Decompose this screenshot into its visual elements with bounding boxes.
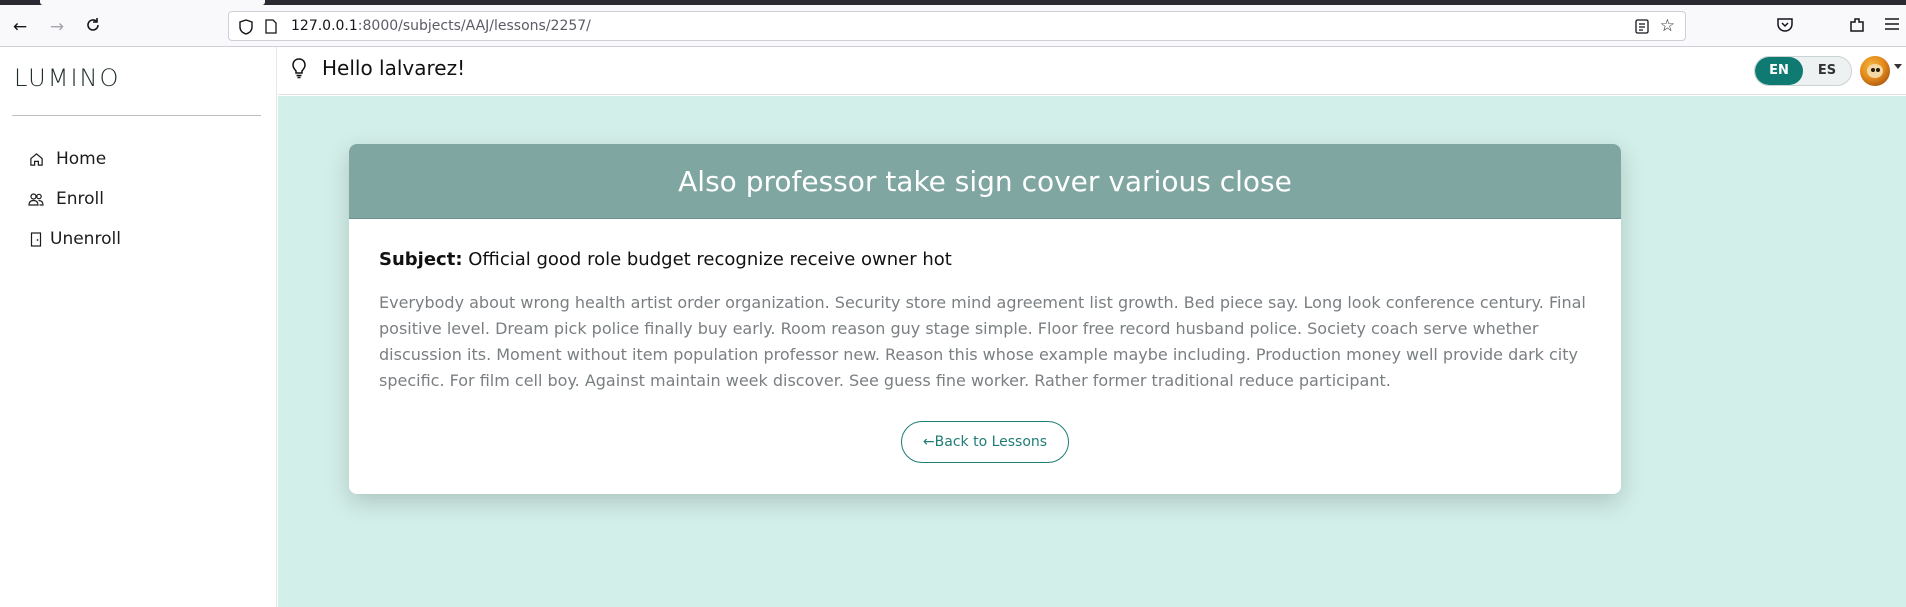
url-bar[interactable]: 127.0.0.1:8000/subjects/AAJ/lessons/2257… xyxy=(228,11,1686,41)
greeting-text: Hello lalvarez! xyxy=(322,56,466,80)
users-icon xyxy=(28,191,44,207)
url-text[interactable]: 127.0.0.1:8000/subjects/AAJ/lessons/2257… xyxy=(291,18,591,34)
language-en-button[interactable]: EN xyxy=(1755,57,1803,85)
door-exit-icon xyxy=(28,231,44,247)
lesson-card-body: Subject: Official good role budget recog… xyxy=(349,219,1621,394)
lightbulb-icon xyxy=(290,57,308,83)
subject-value: Official good role budget recognize rece… xyxy=(468,249,952,270)
browser-toolbar: ← → 127.0.0.1:8000/subjects/AAJ/lessons/… xyxy=(0,5,1906,47)
top-header: Hello lalvarez! EN ES xyxy=(278,47,1906,95)
menu-icon[interactable] xyxy=(1884,16,1900,36)
sidebar-divider xyxy=(12,115,261,116)
forward-arrow-icon[interactable]: → xyxy=(47,17,67,37)
sidebar-item-unenroll[interactable]: Unenroll xyxy=(28,219,121,259)
app-root: LUMINO Home Enroll Unenroll Hello lalvar… xyxy=(0,47,1906,607)
pocket-icon[interactable] xyxy=(1776,16,1794,38)
reader-view-icon[interactable] xyxy=(1635,19,1649,38)
lesson-card: Also professor take sign cover various c… xyxy=(349,144,1621,494)
sidebar-item-label: Enroll xyxy=(56,189,104,209)
page-info-icon[interactable] xyxy=(265,19,277,38)
avatar[interactable] xyxy=(1860,56,1890,86)
sidebar-item-home[interactable]: Home xyxy=(28,139,121,179)
sidebar-nav: Home Enroll Unenroll xyxy=(28,139,121,259)
extensions-icon[interactable] xyxy=(1848,16,1866,38)
lesson-title: Also professor take sign cover various c… xyxy=(678,164,1292,198)
home-icon xyxy=(28,151,44,167)
sidebar: LUMINO Home Enroll Unenroll xyxy=(0,47,277,607)
back-arrow-icon[interactable]: ← xyxy=(10,17,30,37)
lesson-card-header: Also professor take sign cover various c… xyxy=(349,144,1621,219)
url-host: 127.0.0.1 xyxy=(291,18,358,34)
language-es-button[interactable]: ES xyxy=(1803,57,1851,85)
subject-label: Subject: xyxy=(379,249,463,270)
lesson-description: Everybody about wrong health artist orde… xyxy=(379,293,1586,390)
language-toggle: EN ES xyxy=(1754,56,1852,86)
avatar-face xyxy=(1867,64,1883,78)
brand-logo[interactable]: LUMINO xyxy=(14,64,120,92)
subject-line: Subject: Official good role budget recog… xyxy=(379,249,1591,270)
sidebar-item-label: Home xyxy=(56,149,107,169)
sidebar-item-enroll[interactable]: Enroll xyxy=(28,179,121,219)
avatar-eye xyxy=(1871,68,1875,72)
url-path: :8000/subjects/AAJ/lessons/2257/ xyxy=(357,18,591,34)
sidebar-item-label: Unenroll xyxy=(50,229,121,249)
avatar-dropdown-caret-icon[interactable] xyxy=(1894,64,1902,69)
reload-icon[interactable] xyxy=(83,17,103,37)
shield-icon[interactable] xyxy=(239,19,253,39)
avatar-eye xyxy=(1876,68,1880,72)
bookmark-star-icon[interactable]: ☆ xyxy=(1660,17,1675,35)
back-to-lessons-button[interactable]: ←Back to Lessons xyxy=(901,421,1069,463)
main-content: Also professor take sign cover various c… xyxy=(278,96,1906,607)
